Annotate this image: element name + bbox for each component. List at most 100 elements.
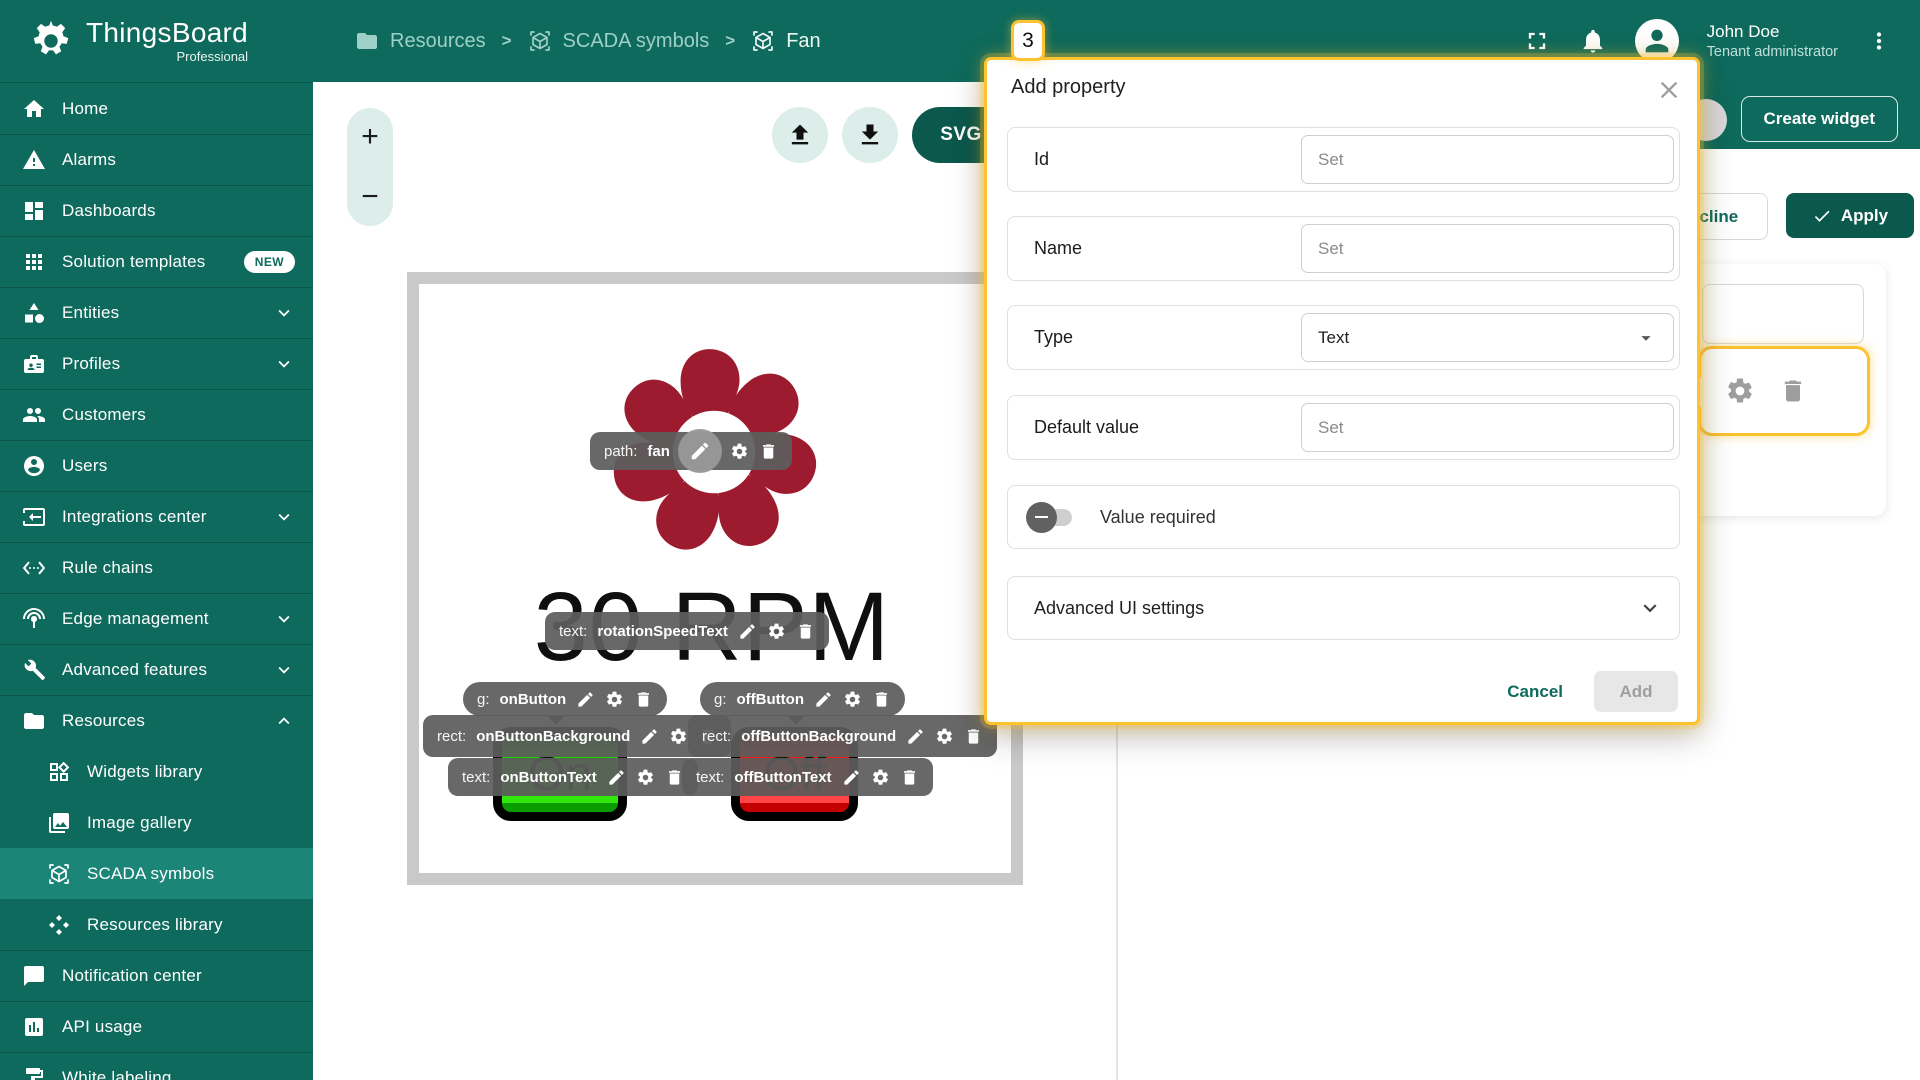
settings-button[interactable]	[843, 690, 862, 709]
sidebar-item-edge-management[interactable]: Edge management	[0, 593, 313, 644]
field-input-id[interactable]: Set	[1301, 135, 1674, 184]
sidebar-item-resources[interactable]: Resources	[0, 695, 313, 746]
notification-icon	[22, 964, 46, 988]
field-select-type[interactable]: Text	[1301, 313, 1674, 362]
settings-button[interactable]	[730, 442, 749, 461]
caret-down-icon	[1635, 327, 1657, 349]
field-label: Type	[1034, 327, 1073, 348]
property-field[interactable]	[1702, 284, 1864, 344]
settings-button[interactable]	[871, 768, 890, 787]
trash-icon	[634, 690, 653, 709]
chevron-down-icon[interactable]	[273, 353, 295, 375]
sidebar-item-solution-templates[interactable]: Solution templatesNEW	[0, 236, 313, 287]
settings-button[interactable]	[636, 768, 655, 787]
add-button[interactable]: Add	[1594, 671, 1678, 712]
pencil-icon	[576, 690, 595, 709]
breadcrumb-label: SCADA symbols	[563, 30, 710, 53]
sidebar-item-white-labeling[interactable]: White labeling	[0, 1052, 313, 1080]
sidebar-item-users[interactable]: Users	[0, 440, 313, 491]
sidebar-item-resources-library[interactable]: Resources library	[0, 899, 313, 950]
gear-icon[interactable]	[1725, 376, 1755, 406]
bell-icon	[1579, 27, 1607, 55]
edit-button[interactable]	[678, 429, 722, 473]
zoom-in-button[interactable]: +	[361, 122, 379, 152]
sidebar-item-profiles[interactable]: Profiles	[0, 338, 313, 389]
settings-button[interactable]	[605, 690, 624, 709]
field-input-name[interactable]: Set	[1301, 224, 1674, 273]
download-button[interactable]	[842, 107, 898, 163]
sidebar-item-label: Dashboards	[62, 201, 156, 221]
delete-button[interactable]	[759, 442, 778, 461]
pencil-icon	[689, 440, 711, 462]
fullscreen-button[interactable]	[1523, 27, 1551, 55]
chevron-up-icon[interactable]	[273, 710, 295, 732]
delete-button[interactable]	[634, 690, 653, 709]
cancel-button[interactable]: Cancel	[1507, 682, 1563, 702]
delete-button[interactable]	[900, 768, 919, 787]
edit-button[interactable]	[906, 727, 925, 746]
app-logo[interactable]: ThingsBoard Professional	[0, 0, 313, 82]
settings-button[interactable]	[669, 727, 688, 746]
edit-button[interactable]	[842, 768, 861, 787]
upload-button[interactable]	[772, 107, 828, 163]
step-badge: 3	[1011, 20, 1045, 61]
zoom-out-button[interactable]: −	[361, 182, 379, 212]
delete-button[interactable]	[872, 690, 891, 709]
delete-button[interactable]	[665, 768, 684, 787]
sidebar-item-api-usage[interactable]: API usage	[0, 1001, 313, 1052]
edit-button[interactable]	[814, 690, 833, 709]
sidebar-item-widgets-library[interactable]: Widgets library	[0, 746, 313, 797]
chevron-down-icon[interactable]	[273, 302, 295, 324]
advanced-ui-settings-label: Advanced UI settings	[1034, 598, 1204, 619]
field-input-default-value[interactable]: Set	[1301, 403, 1674, 452]
tag-onButtonBackground: rect:onButtonBackground	[423, 715, 731, 757]
rule-chains-icon	[22, 556, 46, 580]
api-icon	[22, 1015, 46, 1039]
sidebar-item-scada-symbols[interactable]: SCADA symbols	[0, 848, 313, 899]
field-label: Id	[1034, 149, 1049, 170]
sidebar-item-integrations-center[interactable]: Integrations center	[0, 491, 313, 542]
edit-button[interactable]	[738, 622, 757, 641]
sidebar-item-advanced-features[interactable]: Advanced features	[0, 644, 313, 695]
settings-button[interactable]	[767, 622, 786, 641]
sidebar: ThingsBoard Professional Home Alarms Dashb…	[0, 0, 313, 1080]
sidebar-item-alarms[interactable]: Alarms	[0, 134, 313, 185]
notifications-bell-button[interactable]	[1579, 27, 1607, 55]
kebab-menu-button[interactable]	[1866, 28, 1892, 54]
delete-button[interactable]	[796, 622, 815, 641]
sidebar-item-dashboards[interactable]: Dashboards	[0, 185, 313, 236]
gear-icon	[605, 690, 624, 709]
edit-button[interactable]	[607, 768, 626, 787]
breadcrumb-item-scada-symbols[interactable]: SCADA symbols	[528, 29, 710, 53]
trash-icon[interactable]	[1779, 377, 1807, 405]
advanced-ui-settings-row[interactable]: Advanced UI settings	[1007, 576, 1680, 640]
sidebar-item-home[interactable]: Home	[0, 83, 313, 134]
trash-icon	[665, 768, 684, 787]
breadcrumb-item-fan[interactable]: Fan	[751, 29, 820, 53]
sidebar-item-notification-center[interactable]: Notification center	[0, 950, 313, 1001]
gear-icon	[730, 442, 749, 461]
sidebar-item-label: Alarms	[62, 150, 116, 170]
chevron-down-icon[interactable]	[273, 506, 295, 528]
sidebar-item-customers[interactable]: Customers	[0, 389, 313, 440]
sidebar-item-image-gallery[interactable]: Image gallery	[0, 797, 313, 848]
edit-button[interactable]	[576, 690, 595, 709]
user-info[interactable]: John Doe Tenant administrator	[1707, 21, 1838, 62]
tag-pointer	[787, 716, 805, 734]
apply-button[interactable]: Apply	[1786, 193, 1914, 238]
gear-icon	[767, 622, 786, 641]
tag-name: offButton	[737, 691, 804, 708]
chevron-down-icon[interactable]	[273, 608, 295, 630]
chevron-down-icon[interactable]	[273, 659, 295, 681]
value-required-toggle[interactable]	[1032, 509, 1072, 526]
create-widget-button[interactable]: Create widget	[1741, 96, 1898, 142]
close-icon[interactable]	[1655, 76, 1683, 104]
delete-button[interactable]	[964, 727, 983, 746]
settings-button[interactable]	[935, 727, 954, 746]
sidebar-item-entities[interactable]: Entities	[0, 287, 313, 338]
edit-button[interactable]	[640, 727, 659, 746]
white-label-icon	[22, 1066, 46, 1080]
breadcrumb-item-resources[interactable]: Resources	[355, 29, 486, 53]
chevron-down-icon[interactable]	[1637, 595, 1663, 621]
sidebar-item-rule-chains[interactable]: Rule chains	[0, 542, 313, 593]
